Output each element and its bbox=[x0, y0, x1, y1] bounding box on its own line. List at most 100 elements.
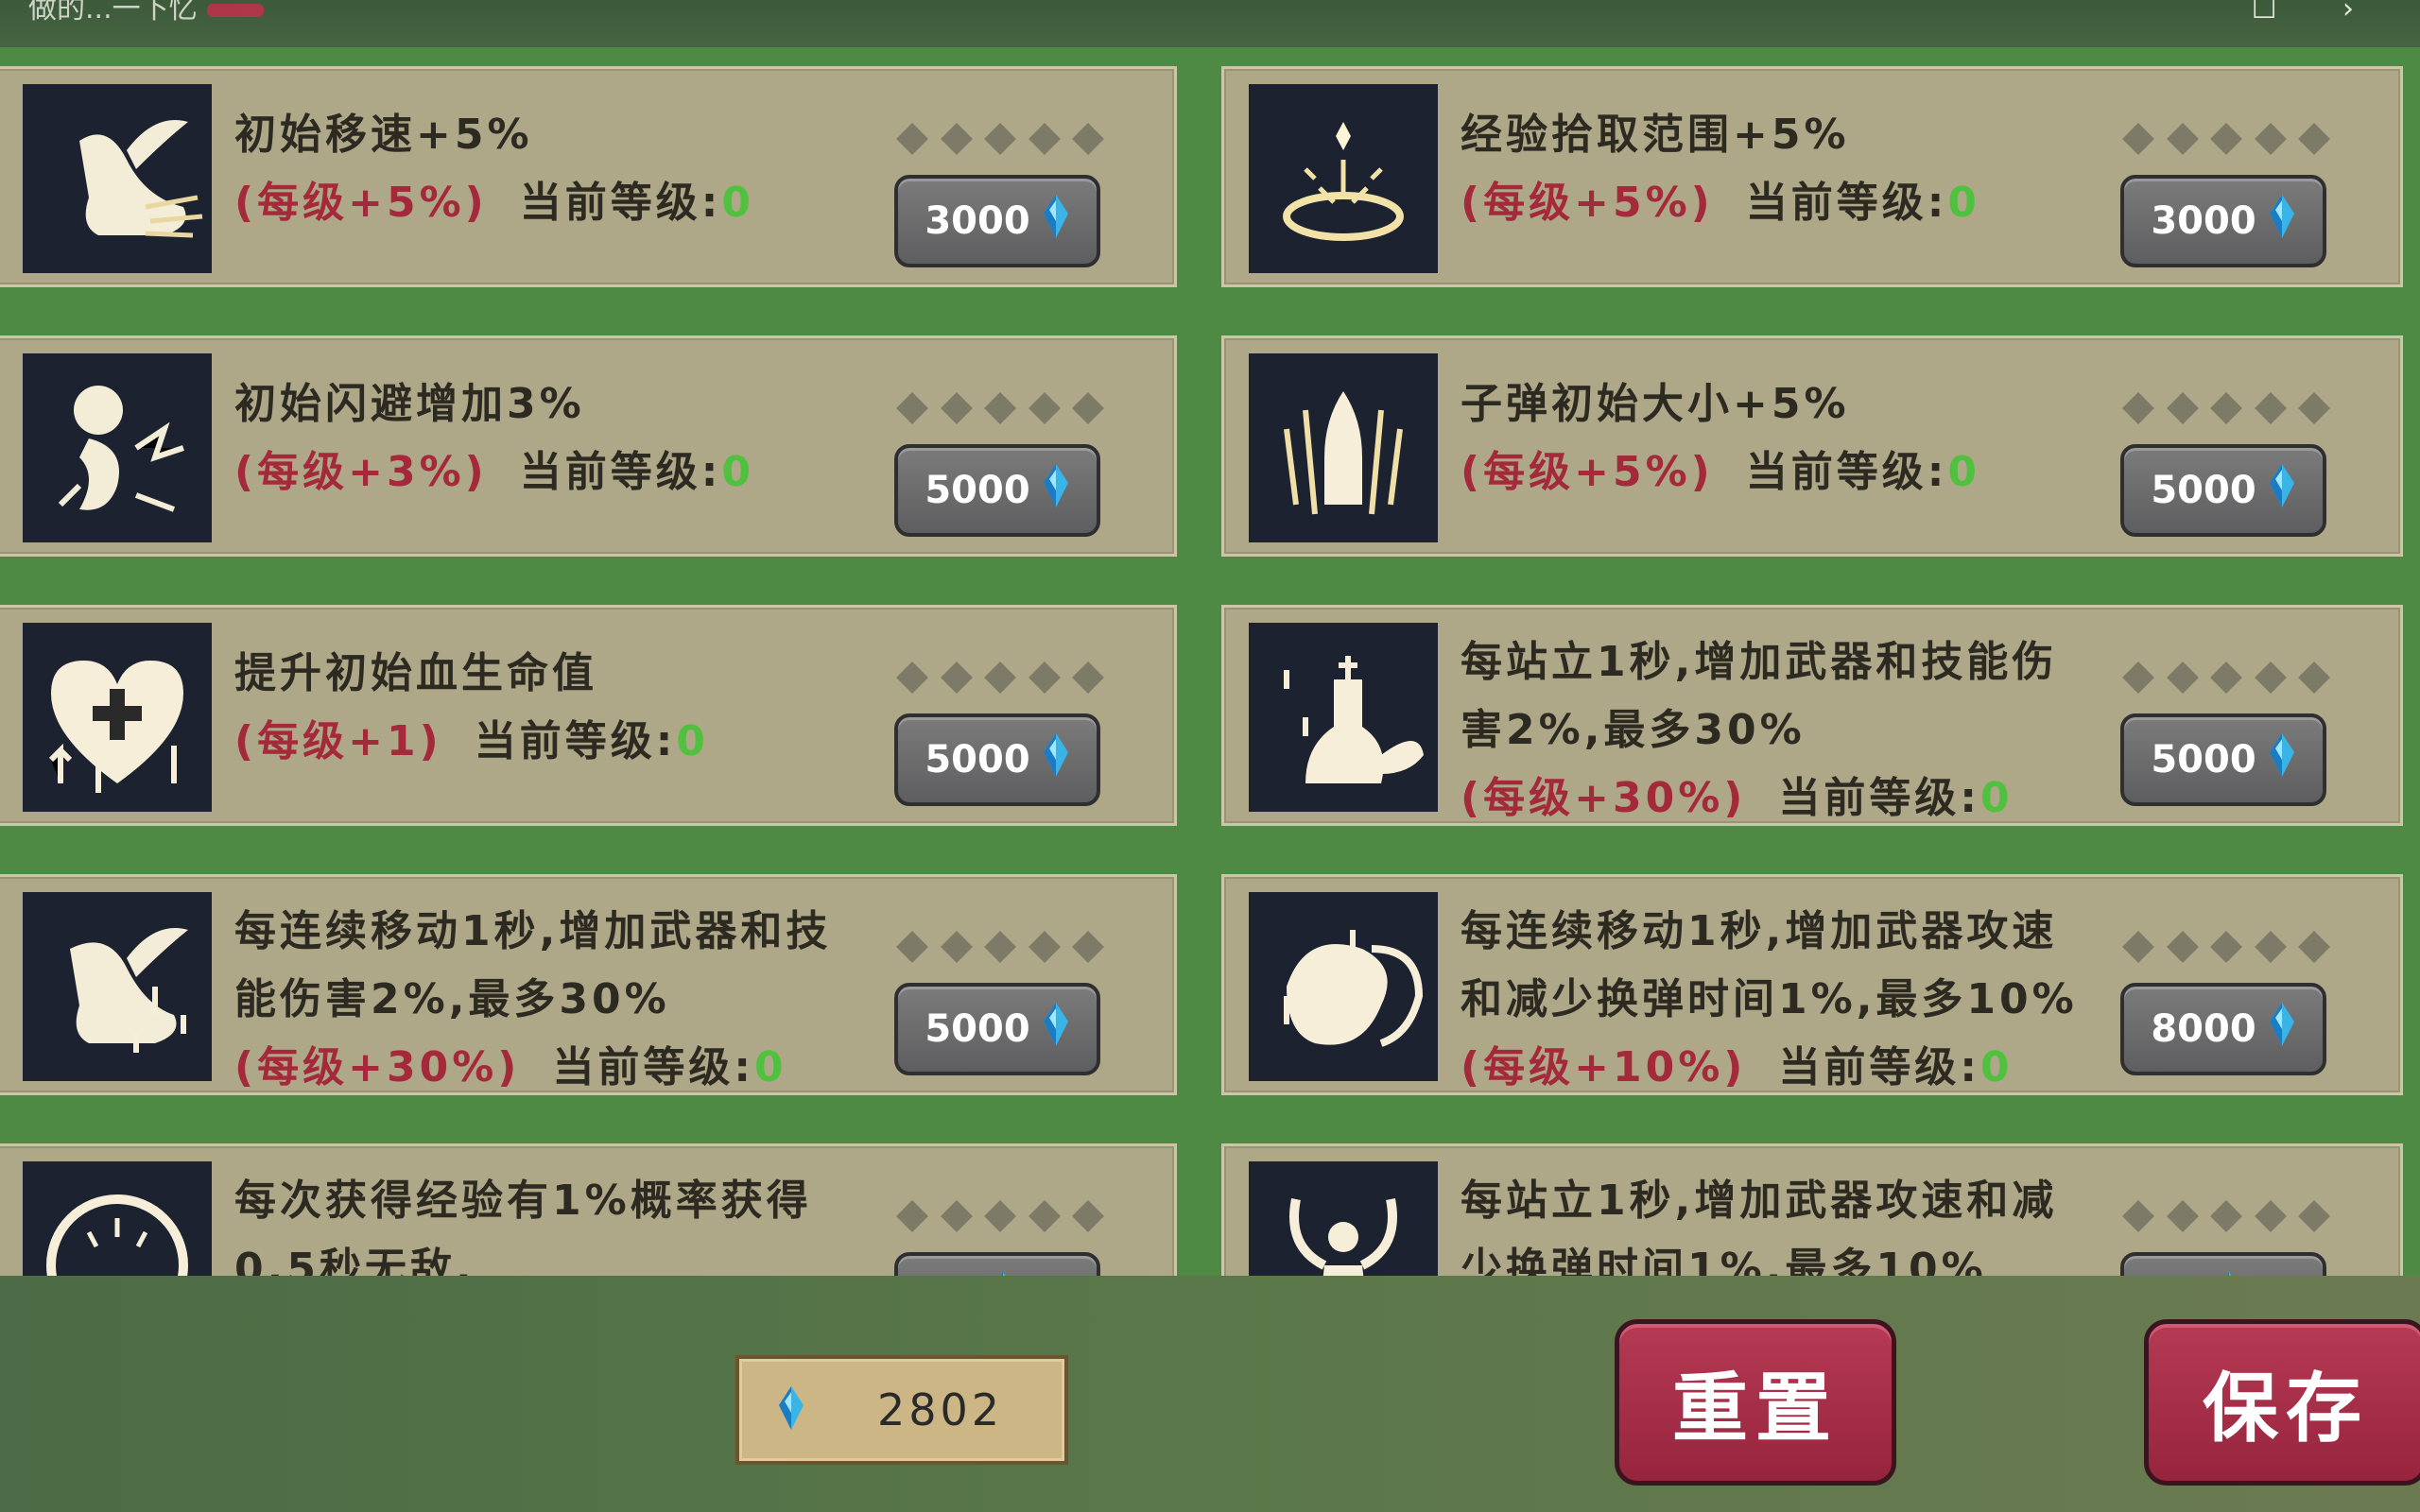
current-level-label: 当前等级: bbox=[1778, 774, 1981, 822]
upgrade-title-line: 和减少换弹时间1%,最多10% bbox=[1461, 975, 2078, 1023]
level-pip-icon bbox=[1028, 123, 1061, 155]
level-pip-icon bbox=[896, 662, 928, 694]
level-pip-icon bbox=[2122, 123, 2154, 155]
current-level-label: 当前等级: bbox=[474, 717, 677, 765]
level-pip-icon bbox=[2298, 392, 2330, 424]
current-level-label: 当前等级: bbox=[1745, 179, 1948, 227]
upgrade-card: 经验拾取范围+5% (每级+5%) 当前等级:0 3000 bbox=[1221, 66, 2403, 287]
price-label: 5000 bbox=[925, 738, 1030, 782]
upgrade-title-line: 少换弹时间1%,最多10% bbox=[1461, 1245, 1987, 1276]
level-pip-icon bbox=[2166, 1200, 2199, 1232]
level-line: (每级+30%) 当前等级:0 bbox=[1461, 765, 2103, 833]
current-level-value: 0 bbox=[1947, 448, 1981, 496]
current-level-value: 0 bbox=[1947, 179, 1981, 227]
buy-upgrade-button[interactable] bbox=[894, 1252, 1100, 1276]
level-line: (每级+5%) 当前等级:0 bbox=[234, 169, 877, 237]
level-pip-icon bbox=[940, 392, 973, 424]
price-label: 3000 bbox=[2151, 199, 2256, 243]
level-pip-icon bbox=[940, 123, 973, 155]
buy-upgrade-button[interactable]: 3000 bbox=[2120, 175, 2326, 267]
upgrade-title-line: 经验拾取范围+5% bbox=[1461, 111, 1850, 159]
heart-health-icon bbox=[23, 623, 212, 812]
blue-gem-icon bbox=[2268, 731, 2296, 788]
upgrade-title-line: 每连续移动1秒,增加武器和技 bbox=[234, 907, 832, 955]
level-pips bbox=[896, 123, 1104, 155]
buy-upgrade-button[interactable]: 5000 bbox=[2120, 713, 2326, 806]
level-pip-icon bbox=[1072, 662, 1104, 694]
bottom-bar: 2802 重置 保存 bbox=[0, 1276, 2420, 1512]
price-label: 3000 bbox=[925, 199, 1030, 243]
level-pips bbox=[896, 392, 1104, 424]
price-label: 5000 bbox=[2151, 738, 2256, 782]
upgrade-description: 初始闪避增加3% (每级+3%) 当前等级:0 bbox=[234, 370, 877, 507]
current-level-value: 0 bbox=[1980, 774, 2014, 822]
level-pip-icon bbox=[1028, 931, 1061, 963]
level-pip-icon bbox=[2254, 123, 2287, 155]
upgrade-list[interactable]: 初始移速+5% (每级+5%) 当前等级:0 3000 经验拾取范围+5% (每级+5%)… bbox=[0, 47, 2420, 1276]
per-level-bonus: (每级+5%) bbox=[234, 179, 488, 227]
level-pip-icon bbox=[2298, 931, 2330, 963]
buy-upgrade-button[interactable]: 5000 bbox=[894, 983, 1100, 1075]
level-pip-icon bbox=[984, 931, 1016, 963]
upgrade-title-line: 每站立1秒,增加武器和技能伤 bbox=[1461, 638, 2058, 686]
buy-upgrade-button[interactable]: 5000 bbox=[2120, 444, 2326, 537]
upgrade-card: 每次获得经验有1%概率获得 0.5秒无敌, bbox=[0, 1143, 1177, 1276]
upgrade-description: 子弹初始大小+5% (每级+5%) 当前等级:0 bbox=[1461, 370, 2103, 507]
level-pip-icon bbox=[984, 392, 1016, 424]
level-pip-icon bbox=[2122, 392, 2154, 424]
upgrade-card: 每连续移动1秒,增加武器攻速 和减少换弹时间1%,最多10% (每级+10%) 当前等… bbox=[1221, 874, 2403, 1095]
level-pip-icon bbox=[1072, 123, 1104, 155]
save-button[interactable]: 保存 bbox=[2144, 1319, 2420, 1486]
upgrade-title-line: 害2%,最多30% bbox=[1461, 706, 1806, 754]
level-pip-icon bbox=[1072, 1200, 1104, 1232]
buy-upgrade-button[interactable]: 8000 bbox=[2120, 983, 2326, 1075]
blue-gem-icon bbox=[1042, 193, 1070, 249]
level-pip-icon bbox=[2254, 1200, 2287, 1232]
current-level-value: 0 bbox=[1980, 1043, 2014, 1091]
currency-amount: 2802 bbox=[877, 1384, 1004, 1435]
upgrade-card: 每站立1秒,增加武器攻速和减 少换弹时间1%,最多10% bbox=[1221, 1143, 2403, 1276]
upgrade-title-line: 能伤害2%,最多30% bbox=[234, 975, 670, 1023]
level-pip-icon bbox=[2254, 392, 2287, 424]
per-level-bonus: (每级+30%) bbox=[234, 1043, 521, 1091]
level-pip-icon bbox=[984, 1200, 1016, 1232]
per-level-bonus: (每级+3%) bbox=[234, 448, 488, 496]
blue-gem-icon bbox=[1042, 731, 1070, 788]
pickup-range-ring-icon bbox=[1249, 84, 1438, 273]
level-pip-icon bbox=[896, 931, 928, 963]
blue-gem-icon bbox=[2268, 1001, 2296, 1057]
buy-upgrade-button[interactable]: 5000 bbox=[894, 713, 1100, 806]
buy-upgrade-button[interactable] bbox=[2120, 1252, 2326, 1276]
level-pip-icon bbox=[1072, 931, 1104, 963]
upgrade-card: 每连续移动1秒,增加武器和技 能伤害2%,最多30% (每级+30%) 当前等级:0 5… bbox=[0, 874, 1177, 1095]
upgrade-title-line: 每次获得经验有1%概率获得 bbox=[234, 1177, 812, 1225]
level-line: (每级+10%) 当前等级:0 bbox=[1461, 1034, 2103, 1102]
blue-gem-icon bbox=[2268, 193, 2296, 249]
per-level-bonus: (每级+1) bbox=[234, 717, 442, 765]
upgrade-description: 每站立1秒,增加武器攻速和减 少换弹时间1%,最多10% bbox=[1461, 1167, 2103, 1276]
per-level-bonus: (每级+5%) bbox=[1461, 448, 1714, 496]
level-line: (每级+30%) 当前等级:0 bbox=[234, 1034, 877, 1102]
reset-button[interactable]: 重置 bbox=[1615, 1319, 1896, 1486]
level-line: (每级+1) 当前等级:0 bbox=[234, 708, 877, 776]
level-pips bbox=[2122, 1200, 2330, 1232]
level-pip-icon bbox=[2210, 931, 2242, 963]
level-line: (每级+5%) 当前等级:0 bbox=[1461, 438, 2103, 507]
dodge-figure-icon bbox=[23, 353, 212, 542]
upgrade-card: 初始移速+5% (每级+5%) 当前等级:0 3000 bbox=[0, 66, 1177, 287]
level-pip-icon bbox=[2210, 662, 2242, 694]
level-pips bbox=[2122, 931, 2330, 963]
level-pips bbox=[896, 662, 1104, 694]
per-level-bonus: (每级+10%) bbox=[1461, 1043, 1747, 1091]
standing-damage-icon bbox=[1249, 623, 1438, 812]
top-status-strip: 做的...一下忆 ☐ › bbox=[0, 0, 2420, 47]
level-pip-icon bbox=[2210, 392, 2242, 424]
level-pip-icon bbox=[1072, 392, 1104, 424]
level-pip-icon bbox=[984, 123, 1016, 155]
buy-upgrade-button[interactable]: 5000 bbox=[894, 444, 1100, 537]
buy-upgrade-button[interactable]: 3000 bbox=[894, 175, 1100, 267]
upgrade-description: 每连续移动1秒,增加武器和技 能伤害2%,最多30% (每级+30%) 当前等级:0 bbox=[234, 898, 877, 1102]
level-pip-icon bbox=[2122, 662, 2154, 694]
level-pip-icon bbox=[2298, 1200, 2330, 1232]
top-right-icons[interactable]: ☐ › bbox=[2252, 0, 2382, 26]
